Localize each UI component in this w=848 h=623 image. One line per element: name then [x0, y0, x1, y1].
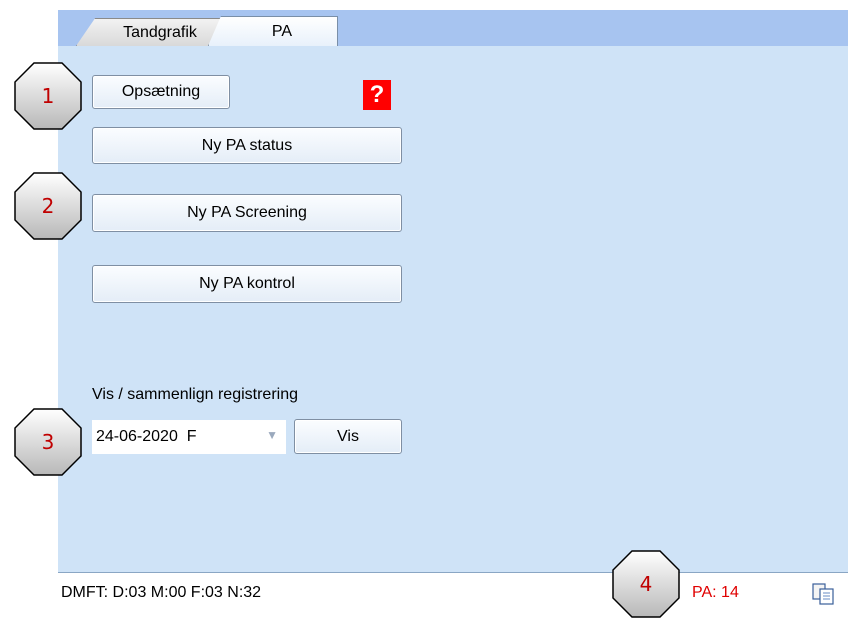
- tab-pa-label: PA: [271, 22, 293, 40]
- callout-marker-3: 3: [14, 408, 82, 476]
- help-icon-label: ?: [369, 81, 385, 108]
- dmft-status-text: DMFT: D:03 M:00 F:03 N:32: [61, 584, 262, 601]
- callout-marker-3-label: 3: [41, 430, 55, 454]
- callout-marker-4-label: 4: [639, 572, 653, 596]
- new-pa-control-label: Ny PA kontrol: [199, 275, 295, 292]
- pa-count-text: PA: 14: [692, 584, 739, 601]
- registration-date-value: 24-06-2020 F: [96, 428, 197, 445]
- pa-panel-window: Tandgrafik PA Opsætning ? Ny PA status N…: [58, 10, 848, 615]
- tab-tandgrafik-label: Tandgrafik: [123, 23, 197, 41]
- callout-marker-1-label: 1: [41, 84, 55, 108]
- show-button[interactable]: Vis: [294, 419, 402, 454]
- callout-marker-4: 4: [612, 550, 680, 618]
- compare-registration-label: Vis / sammenlign registrering: [92, 386, 299, 403]
- new-pa-control-button[interactable]: Ny PA kontrol: [92, 265, 402, 303]
- new-pa-screening-label: Ny PA Screening: [187, 204, 307, 221]
- copy-icon[interactable]: [810, 582, 836, 606]
- registration-date-select[interactable]: 24-06-2020 F ▼: [92, 420, 286, 454]
- callout-marker-1: 1: [14, 62, 82, 130]
- show-button-label: Vis: [337, 427, 359, 445]
- new-pa-status-button[interactable]: Ny PA status: [92, 127, 402, 164]
- chevron-down-icon[interactable]: ▼: [266, 428, 278, 442]
- setup-button[interactable]: Opsætning: [92, 75, 230, 109]
- status-bar: DMFT: D:03 M:00 F:03 N:32 PA: 14: [58, 572, 848, 615]
- new-pa-status-label: Ny PA status: [201, 136, 293, 154]
- callout-marker-2: 2: [14, 172, 82, 240]
- tab-strip: Tandgrafik PA: [58, 10, 848, 46]
- help-icon[interactable]: ?: [363, 80, 391, 110]
- new-pa-screening-button[interactable]: Ny PA Screening: [92, 194, 402, 232]
- setup-button-label: Opsætning: [121, 83, 201, 100]
- tab-pa[interactable]: PA: [208, 16, 338, 46]
- callout-marker-2-label: 2: [41, 194, 55, 218]
